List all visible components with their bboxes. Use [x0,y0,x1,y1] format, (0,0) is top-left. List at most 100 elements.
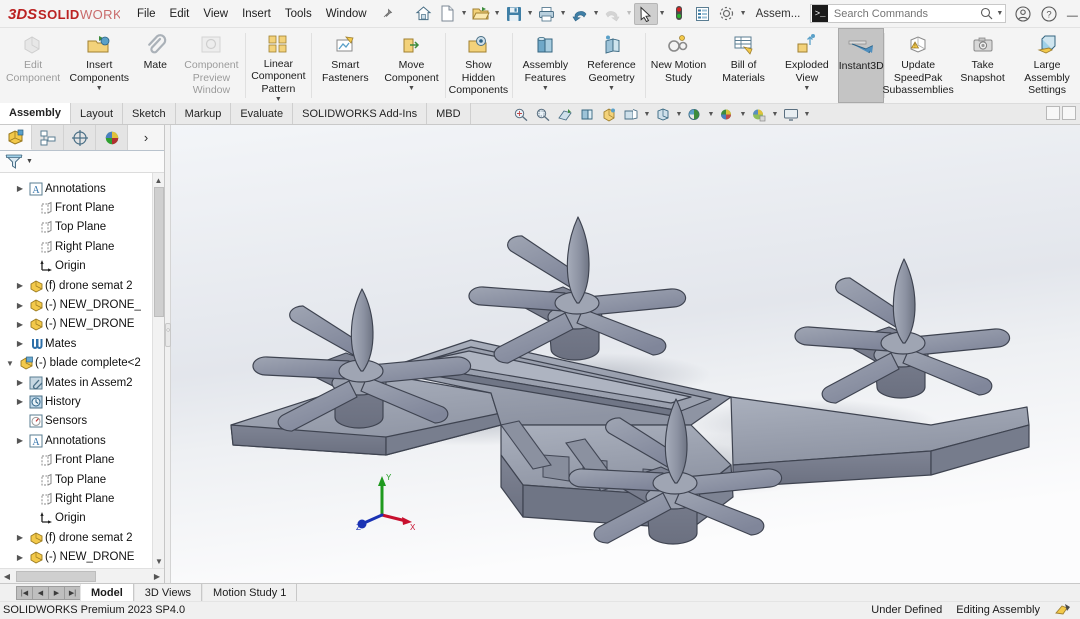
move-component-button[interactable]: Move Component ▼ [378,28,444,103]
tab-mbd[interactable]: MBD [427,103,471,124]
menu-file[interactable]: File [130,4,163,24]
last-tab-button[interactable]: ▶| [64,585,81,600]
feature-tree-item[interactable]: ▶ (-) NEW_DRONE [0,315,164,334]
chevron-down-icon[interactable]: ▼ [770,105,780,124]
feature-tree-item[interactable]: Origin [0,509,164,528]
tab-layout[interactable]: Layout [70,103,124,124]
user-account-icon[interactable] [1010,2,1036,26]
tab-assembly[interactable]: Assembly [0,103,71,124]
menu-tools[interactable]: Tools [278,4,319,24]
save-icon[interactable] [502,3,526,25]
feature-tree-item[interactable]: ▶ (-) NEW_DRONE_ [0,295,164,314]
document-tab-bar[interactable]: |◀ ◀ ▶ ▶| Model 3D Views Motion Study 1 [0,583,1080,601]
expand-arrow-icon[interactable]: ▶ [13,320,27,329]
chevron-down-icon[interactable]: ▼ [803,85,810,92]
feature-tree-item[interactable]: ▶ Mates [0,334,164,353]
chevron-down-icon[interactable]: ▼ [526,3,535,25]
assembly-features-button[interactable]: Assembly Features ▼ [512,28,578,103]
display-style-icon[interactable] [620,105,642,124]
chevron-down-icon[interactable]: ▼ [559,3,568,25]
select-arrow-icon[interactable] [633,2,658,25]
feature-tree-item[interactable]: ▶ (-) NEW_DRONE [0,547,164,566]
feature-tree-item[interactable]: Origin [0,257,164,276]
collapse-arrow-icon[interactable]: ▼ [3,359,17,368]
feature-tree-item[interactable]: ▶ A Annotations [0,179,164,198]
search-icon[interactable] [978,7,994,20]
command-tabs-right-buttons[interactable] [1046,106,1076,120]
chevron-down-icon[interactable]: ▼ [738,105,748,124]
options-list-icon[interactable] [691,3,715,25]
viewport-layout-icon[interactable] [780,105,802,124]
view-orientation-icon[interactable] [598,105,620,124]
take-snapshot-button[interactable]: Take Snapshot [951,28,1014,103]
expand-arrow-icon[interactable]: ▶ [13,184,27,193]
scroll-right-arrow-icon[interactable]: ▶ [150,572,164,581]
feature-tree[interactable]: ▶ A Annotations Front Plane Top Plane Right P… [0,173,164,567]
open-folder-icon[interactable] [469,3,493,25]
previous-tab-button[interactable]: ◀ [32,585,49,600]
scroll-up-arrow-icon[interactable]: ▲ [153,173,164,187]
feature-tree-item[interactable]: Sensors [0,412,164,431]
help-panel-button[interactable] [1062,106,1076,120]
menu-bar[interactable]: File Edit View Insert Tools Window [130,4,396,24]
home-icon[interactable] [412,3,436,25]
previous-view-icon[interactable] [554,105,576,124]
large-assembly-settings-button[interactable]: Large Assembly Settings [1014,28,1080,103]
feature-tree-item[interactable]: Top Plane [0,218,164,237]
feature-manager-design-tree-tab[interactable] [0,125,32,150]
apply-scene-icon[interactable] [716,105,738,124]
component-preview-window-button[interactable]: Component Preview Window [178,28,244,103]
chevron-down-icon[interactable]: ▼ [460,3,469,25]
graphics-viewport[interactable]: Y X Z [171,125,1080,583]
new-document-icon[interactable] [436,3,460,25]
bill-of-materials-button[interactable]: Bill of Materials [712,28,776,103]
rebuild-traffic-light-icon[interactable] [667,3,691,25]
chevron-down-icon[interactable]: ▼ [739,3,748,25]
search-commands-box[interactable]: >_ ▼ [810,4,1007,23]
quick-access-toolbar[interactable]: ▼ ▼ ▼ ▼ ▼ ▼ ▼ ▼ [412,2,748,25]
reference-geometry-button[interactable]: Reference Geometry ▼ [578,28,644,103]
exploded-view-button[interactable]: Exploded View ▼ [776,28,839,103]
settings-gear-icon[interactable] [715,3,739,25]
tab-evaluate[interactable]: Evaluate [231,103,294,124]
search-input[interactable] [831,6,978,21]
help-question-icon[interactable]: ? [1036,2,1062,26]
feature-tree-item[interactable]: Front Plane [0,450,164,469]
feature-tree-filter-bar[interactable]: ▼ [0,151,164,173]
show-hidden-components-button[interactable]: Show Hidden Components [445,28,511,103]
chevron-down-icon[interactable]: ▼ [802,105,812,124]
feature-tree-item[interactable]: ▶ History [0,392,164,411]
edit-appearance-icon[interactable] [684,105,706,124]
chevron-down-icon[interactable]: ▼ [642,105,652,124]
expand-arrow-icon[interactable]: ▶ [13,281,27,290]
expand-arrow-icon[interactable]: ▶ [13,553,27,562]
minimize-window-button[interactable]: — [1062,2,1080,26]
expand-arrow-icon[interactable]: ▶ [13,533,27,542]
scrollbar-thumb[interactable] [16,570,96,582]
next-tab-button[interactable]: ▶ [48,585,65,600]
zoom-to-area-icon[interactable] [532,105,554,124]
title-bar-right-icons[interactable]: ? — [1010,2,1080,26]
feature-tree-item[interactable]: Right Plane [0,237,164,256]
feature-tree-item[interactable]: Front Plane [0,198,164,217]
chevron-down-icon[interactable]: ▼ [275,96,282,103]
feature-tree-item[interactable]: Top Plane [0,470,164,489]
chevron-down-icon[interactable]: ▼ [542,85,549,92]
scroll-left-arrow-icon[interactable]: ◀ [0,572,14,581]
tab-solidworks-add-ins[interactable]: SOLIDWORKS Add-Ins [293,103,428,124]
mate-button[interactable]: Mate [132,28,178,103]
edit-component-button[interactable]: Edit Component [0,28,66,103]
feature-tree-item[interactable]: ▶ A Annotations [0,431,164,450]
tab-markup[interactable]: Markup [175,103,232,124]
expand-feature-manager-button[interactable]: › [128,125,164,150]
chevron-down-icon[interactable]: ▼ [96,85,103,92]
feature-tree-item[interactable]: Right Plane [0,489,164,508]
section-view-icon[interactable] [576,105,598,124]
feature-tree-item[interactable]: ▶ (f) drone semat 2 [0,276,164,295]
expand-arrow-icon[interactable]: ▶ [13,378,27,387]
scroll-down-arrow-icon[interactable]: ▼ [153,554,164,568]
expand-arrow-icon[interactable]: ▶ [13,436,27,445]
chevron-down-icon[interactable]: ▼ [994,10,1005,17]
property-manager-tab[interactable] [32,125,64,150]
bottom-tab-3d-views[interactable]: 3D Views [133,584,203,601]
